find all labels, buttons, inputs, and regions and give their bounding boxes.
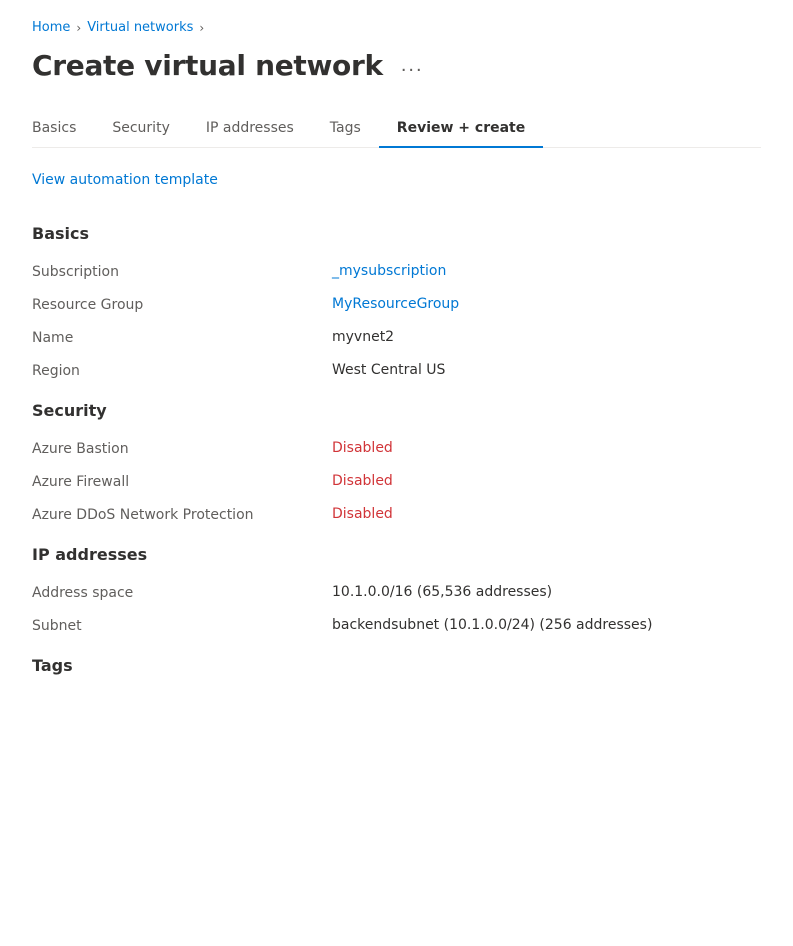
address-space-value: 10.1.0.0/16 (65,536 addresses) — [332, 584, 761, 600]
breadcrumb-home[interactable]: Home — [32, 20, 70, 35]
subnet-label: Subnet — [32, 617, 332, 634]
subscription-value: _mysubscription — [332, 263, 761, 279]
tab-review-create[interactable]: Review + create — [379, 110, 543, 148]
basics-section-title: Basics — [32, 224, 761, 243]
azure-bastion-label: Azure Bastion — [32, 440, 332, 457]
resource-group-row: Resource Group MyResourceGroup — [32, 294, 761, 315]
region-label: Region — [32, 362, 332, 379]
name-label: Name — [32, 329, 332, 346]
name-row: Name myvnet2 — [32, 327, 761, 348]
subscription-row: Subscription _mysubscription — [32, 261, 761, 282]
security-section-title: Security — [32, 401, 761, 420]
azure-ddos-label: Azure DDoS Network Protection — [32, 506, 332, 523]
page-title-row: Create virtual network ... — [32, 49, 761, 82]
tabs-container: Basics Security IP addresses Tags Review… — [32, 110, 761, 148]
address-space-label: Address space — [32, 584, 332, 601]
page-title: Create virtual network — [32, 49, 383, 82]
azure-firewall-label: Azure Firewall — [32, 473, 332, 490]
tab-ip-addresses[interactable]: IP addresses — [188, 110, 312, 148]
tags-section: Tags — [32, 656, 761, 675]
resource-group-label: Resource Group — [32, 296, 332, 313]
tab-security[interactable]: Security — [94, 110, 188, 148]
subnet-value: backendsubnet (10.1.0.0/24) (256 address… — [332, 617, 761, 633]
region-value: West Central US — [332, 362, 761, 378]
breadcrumb: Home › Virtual networks › — [32, 20, 761, 35]
breadcrumb-sep-1: › — [76, 21, 81, 35]
azure-ddos-value: Disabled — [332, 506, 761, 522]
basics-section: Basics Subscription _mysubscription Reso… — [32, 224, 761, 381]
azure-bastion-value: Disabled — [332, 440, 761, 456]
tab-basics[interactable]: Basics — [32, 110, 94, 148]
ellipsis-button[interactable]: ... — [395, 52, 430, 79]
azure-bastion-row: Azure Bastion Disabled — [32, 438, 761, 459]
breadcrumb-sep-2: › — [199, 21, 204, 35]
ip-addresses-section-title: IP addresses — [32, 545, 761, 564]
subscription-label: Subscription — [32, 263, 332, 280]
tab-tags[interactable]: Tags — [312, 110, 379, 148]
region-row: Region West Central US — [32, 360, 761, 381]
tags-section-title: Tags — [32, 656, 761, 675]
breadcrumb-virtual-networks[interactable]: Virtual networks — [87, 20, 193, 35]
subnet-row: Subnet backendsubnet (10.1.0.0/24) (256 … — [32, 615, 761, 636]
azure-firewall-row: Azure Firewall Disabled — [32, 471, 761, 492]
security-section: Security Azure Bastion Disabled Azure Fi… — [32, 401, 761, 525]
name-value: myvnet2 — [332, 329, 761, 345]
resource-group-value: MyResourceGroup — [332, 296, 761, 312]
page-container: Home › Virtual networks › Create virtual… — [0, 0, 793, 733]
address-space-row: Address space 10.1.0.0/16 (65,536 addres… — [32, 582, 761, 603]
azure-ddos-row: Azure DDoS Network Protection Disabled — [32, 504, 761, 525]
azure-firewall-value: Disabled — [332, 473, 761, 489]
automation-template-link[interactable]: View automation template — [32, 172, 218, 188]
ip-addresses-section: IP addresses Address space 10.1.0.0/16 (… — [32, 545, 761, 636]
